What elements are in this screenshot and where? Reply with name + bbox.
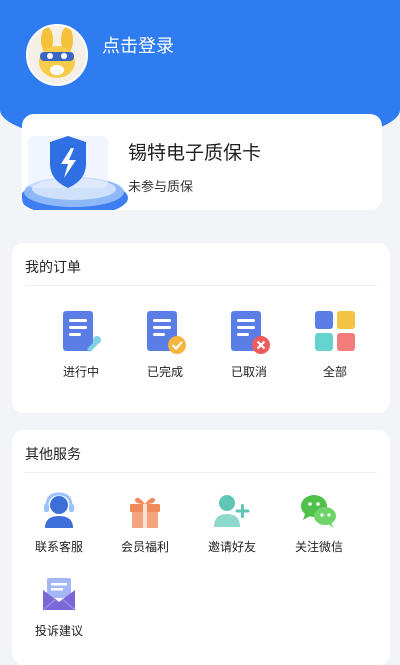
service-feedback[interactable]: 投诉建议 xyxy=(16,576,102,639)
divider xyxy=(25,285,377,286)
service-label: 会员福利 xyxy=(120,540,169,554)
service-member-benefits[interactable]: 会员福利 xyxy=(102,492,188,555)
order-cancelled-label: 已取消 xyxy=(230,365,267,379)
order-in-progress-label: 进行中 xyxy=(62,365,99,379)
warranty-card-title: 锡特电子质保卡 xyxy=(128,142,262,164)
service-label: 关注微信 xyxy=(294,540,343,554)
order-in-progress-icon xyxy=(63,311,101,352)
order-cancelled[interactable]: 已取消 xyxy=(206,309,292,380)
orders-title: 我的订单 xyxy=(25,260,81,276)
invite-friend-icon xyxy=(214,495,250,527)
order-completed-label: 已完成 xyxy=(146,365,183,379)
service-follow-wechat[interactable]: 关注微信 xyxy=(276,492,362,555)
login-link[interactable]: 点击登录 xyxy=(102,32,174,58)
warranty-status: 未参与质保 xyxy=(128,180,194,195)
warranty-card[interactable]: 锡特电子质保卡 未参与质保 xyxy=(22,114,382,210)
gift-icon xyxy=(130,497,160,528)
all-orders-label: 全部 xyxy=(322,365,347,379)
order-completed[interactable]: 已完成 xyxy=(122,309,208,380)
avatar[interactable] xyxy=(26,24,88,86)
services-panel: 其他服务 联系客服 会员福利 邀请好友 关注微信 投诉建议 xyxy=(12,430,390,665)
service-label: 投诉建议 xyxy=(34,624,83,638)
order-completed-icon xyxy=(147,311,186,354)
wechat-icon xyxy=(301,495,336,528)
customer-service-icon xyxy=(44,492,74,528)
order-in-progress[interactable]: 进行中 xyxy=(38,309,124,380)
all-orders-icon xyxy=(315,311,355,351)
service-label: 邀请好友 xyxy=(207,540,256,554)
order-cancelled-icon xyxy=(231,311,270,354)
service-label: 联系客服 xyxy=(34,540,83,554)
shield-lightning-icon xyxy=(22,126,130,210)
feedback-mail-icon xyxy=(42,578,76,611)
service-customer-support[interactable]: 联系客服 xyxy=(16,492,102,555)
divider xyxy=(25,472,377,473)
all-orders[interactable]: 全部 xyxy=(292,309,378,380)
bunny-avatar-icon xyxy=(28,26,86,84)
services-title: 其他服务 xyxy=(25,447,81,463)
service-invite-friend[interactable]: 邀请好友 xyxy=(189,492,275,555)
orders-panel: 我的订单 进行中 已完成 已取消 全部 xyxy=(12,243,390,413)
